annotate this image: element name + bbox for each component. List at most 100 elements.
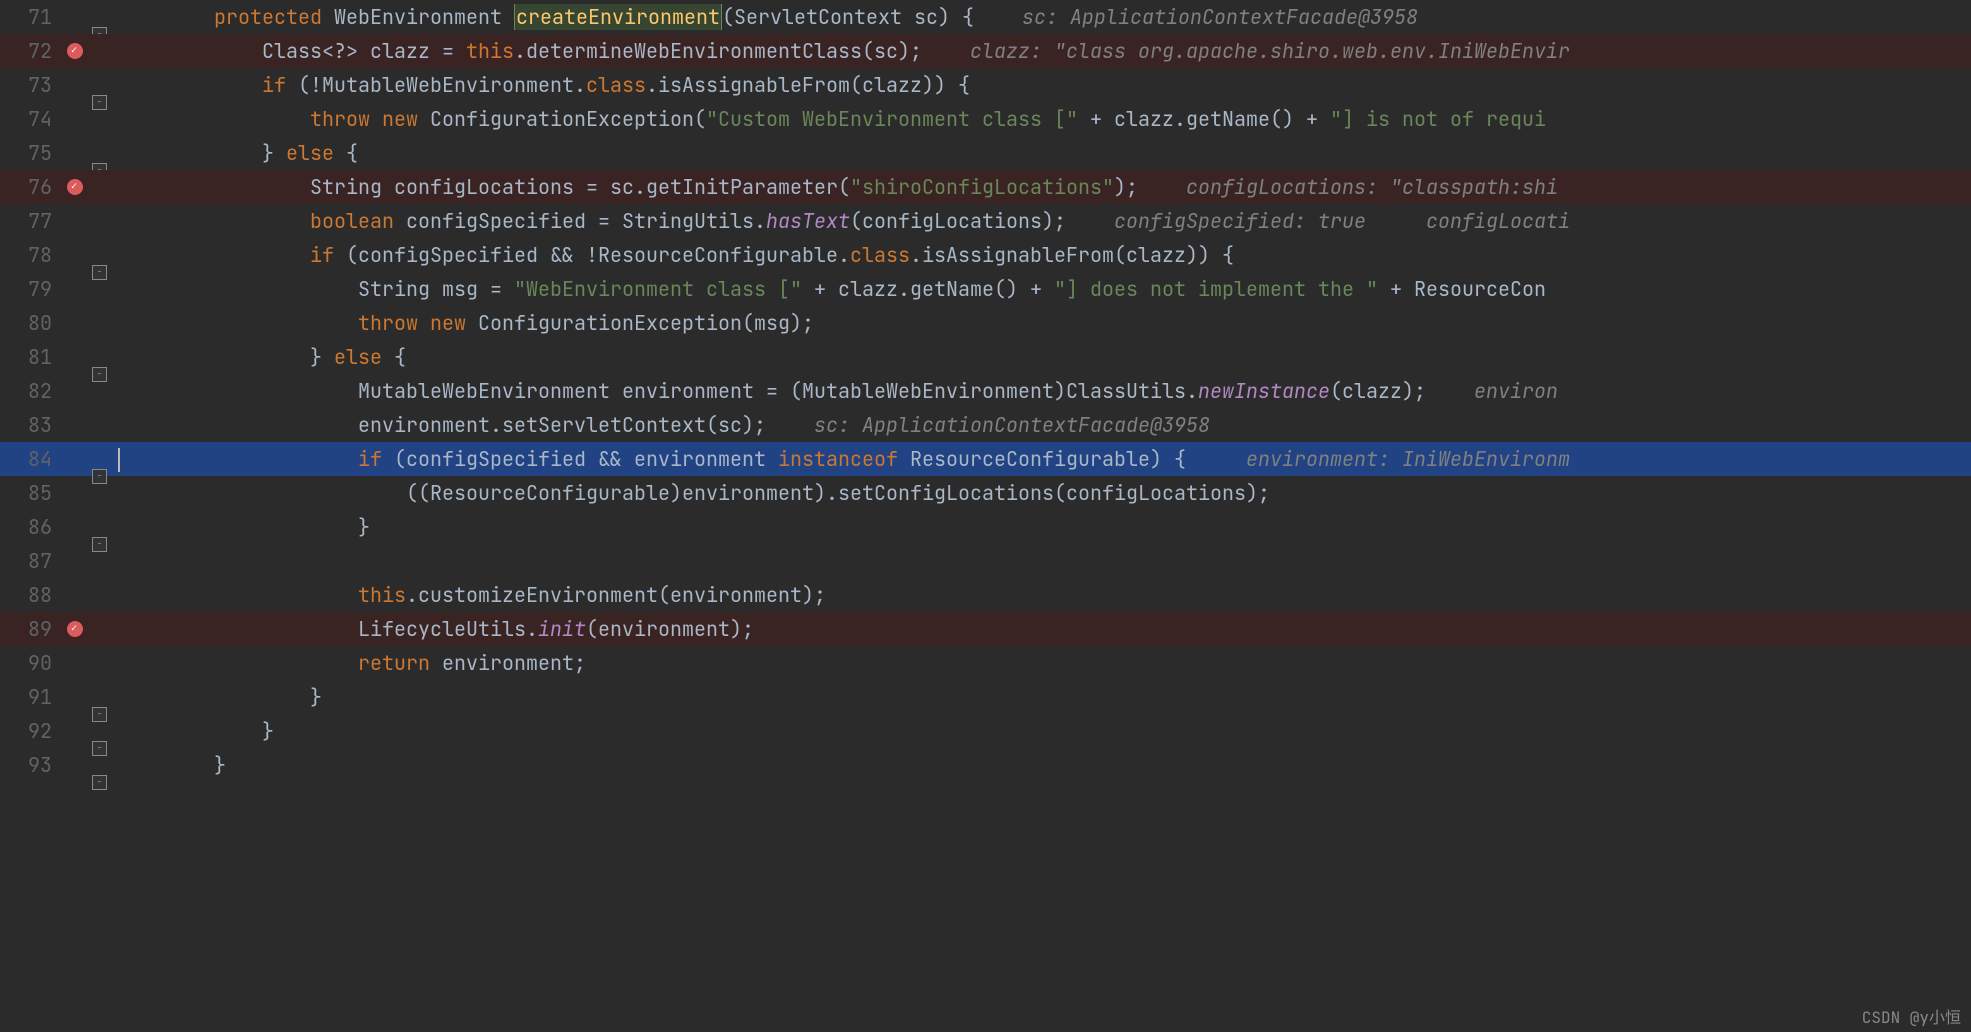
line-number[interactable]: 82 [0, 378, 62, 404]
code-token: class [586, 72, 646, 98]
code-content[interactable]: } [110, 752, 1971, 778]
code-token: newInstance [1198, 378, 1330, 404]
breakpoint-icon[interactable] [67, 43, 83, 59]
code-editor[interactable]: 71− protected WebEnvironment createEnvir… [0, 0, 1971, 782]
gutter-breakpoint[interactable] [62, 43, 88, 59]
code-line[interactable]: 82 MutableWebEnvironment environment = (… [0, 374, 1971, 408]
fold-toggle-icon[interactable]: − [92, 775, 107, 790]
code-line[interactable]: 79 String msg = "WebEnvironment class ["… [0, 272, 1971, 306]
code-token: LifecycleUtils. [118, 616, 538, 642]
line-number[interactable]: 72 [0, 38, 62, 64]
line-number[interactable]: 89 [0, 616, 62, 642]
code-token: this [358, 582, 406, 608]
breakpoint-icon[interactable] [67, 179, 83, 195]
line-number[interactable]: 76 [0, 174, 62, 200]
code-line[interactable]: 90 return environment; [0, 646, 1971, 680]
code-line[interactable]: 84− if (configSpecified && environment i… [0, 442, 1971, 476]
code-content[interactable]: boolean configSpecified = StringUtils.ha… [110, 208, 1971, 234]
code-content[interactable]: protected WebEnvironment createEnvironme… [110, 4, 1971, 30]
code-content[interactable]: } else { [110, 140, 1971, 166]
code-content[interactable]: environment.setServletContext(sc); sc: A… [110, 412, 1971, 438]
code-content[interactable]: if (!MutableWebEnvironment.class.isAssig… [110, 72, 1971, 98]
line-number[interactable]: 86 [0, 514, 62, 540]
code-content[interactable]: } [110, 514, 1971, 540]
code-token: "Custom WebEnvironment class [" [706, 106, 1078, 132]
code-content[interactable]: String configLocations = sc.getInitParam… [110, 174, 1971, 200]
code-line[interactable]: 72 Class<?> clazz = this.determineWebEnv… [0, 34, 1971, 68]
line-number[interactable]: 90 [0, 650, 62, 676]
code-content[interactable]: ((ResourceConfigurable)environment).setC… [110, 480, 1971, 506]
code-content[interactable]: } else { [110, 344, 1971, 370]
line-number[interactable]: 91 [0, 684, 62, 710]
code-token [118, 4, 214, 30]
code-line[interactable]: 89 LifecycleUtils.init(environment); [0, 612, 1971, 646]
code-token [118, 242, 310, 268]
code-token: (clazz); [1330, 378, 1474, 404]
code-line[interactable]: 76 String configLocations = sc.getInitPa… [0, 170, 1971, 204]
line-number[interactable]: 83 [0, 412, 62, 438]
code-line[interactable]: 80 throw new ConfigurationException(msg)… [0, 306, 1971, 340]
code-token: } [118, 684, 322, 710]
code-line[interactable]: 74 throw new ConfigurationException("Cus… [0, 102, 1971, 136]
line-number[interactable]: 78 [0, 242, 62, 268]
code-content[interactable]: LifecycleUtils.init(environment); [110, 616, 1971, 642]
watermark: CSDN @y小恒 [1862, 1004, 1961, 1028]
code-content[interactable]: this.customizeEnvironment(environment); [110, 582, 1971, 608]
code-line[interactable]: 87 [0, 544, 1971, 578]
gutter-breakpoint[interactable] [62, 179, 88, 195]
code-token [118, 582, 358, 608]
line-number[interactable]: 88 [0, 582, 62, 608]
line-number[interactable]: 85 [0, 480, 62, 506]
line-number[interactable]: 87 [0, 548, 62, 574]
code-content[interactable]: String msg = "WebEnvironment class [" + … [110, 276, 1971, 302]
breakpoint-icon[interactable] [67, 621, 83, 637]
line-number[interactable]: 75 [0, 140, 62, 166]
code-line[interactable]: 83 environment.setServletContext(sc); sc… [0, 408, 1971, 442]
code-content[interactable]: throw new ConfigurationException(msg); [110, 310, 1971, 336]
code-token: } [118, 752, 226, 778]
code-line[interactable]: 78− if (configSpecified && !ResourceConf… [0, 238, 1971, 272]
line-number[interactable]: 71 [0, 4, 62, 30]
code-line[interactable]: 85 ((ResourceConfigurable)environment).s… [0, 476, 1971, 510]
line-number[interactable]: 77 [0, 208, 62, 234]
code-line[interactable]: 91− } [0, 680, 1971, 714]
line-number[interactable]: 79 [0, 276, 62, 302]
code-line[interactable]: 92− } [0, 714, 1971, 748]
code-content[interactable]: Class<?> clazz = this.determineWebEnviro… [110, 38, 1971, 64]
code-line[interactable]: 71− protected WebEnvironment createEnvir… [0, 0, 1971, 34]
code-content[interactable]: } [110, 684, 1971, 710]
code-content[interactable]: throw new ConfigurationException("Custom… [110, 106, 1971, 132]
code-content[interactable]: return environment; [110, 650, 1971, 676]
code-token: environment; [442, 650, 586, 676]
gutter-breakpoint[interactable] [62, 621, 88, 637]
code-token: clazz: "class org.apache.shiro.web.env.I… [970, 38, 1570, 64]
code-content[interactable]: MutableWebEnvironment environment = (Mut… [110, 378, 1971, 404]
code-token: init [538, 616, 586, 642]
code-token: (configLocations); [850, 208, 1114, 234]
line-number[interactable]: 74 [0, 106, 62, 132]
code-token: ((ResourceConfigurable)environment).setC… [118, 480, 1270, 506]
code-line[interactable]: 93− } [0, 748, 1971, 782]
line-number[interactable]: 81 [0, 344, 62, 370]
code-token: ConfigurationException(msg); [478, 310, 814, 336]
code-content[interactable]: if (configSpecified && !ResourceConfigur… [110, 242, 1971, 268]
code-line[interactable]: 75− } else { [0, 136, 1971, 170]
code-token: } [118, 718, 274, 744]
code-line[interactable]: 77 boolean configSpecified = StringUtils… [0, 204, 1971, 238]
line-number[interactable]: 92 [0, 718, 62, 744]
code-line[interactable]: 86− } [0, 510, 1971, 544]
code-line[interactable]: 73− if (!MutableWebEnvironment.class.isA… [0, 68, 1971, 102]
code-content[interactable]: } [110, 718, 1971, 744]
code-token: else [286, 140, 346, 166]
line-number[interactable]: 93 [0, 752, 62, 778]
code-line[interactable]: 88 this.customizeEnvironment(environment… [0, 578, 1971, 612]
code-line[interactable]: 81− } else { [0, 340, 1971, 374]
code-content[interactable]: if (configSpecified && environment insta… [110, 446, 1971, 473]
line-number[interactable]: 84 [0, 446, 62, 472]
code-token: "] is not of requi [1330, 106, 1546, 132]
line-number[interactable]: 80 [0, 310, 62, 336]
line-number[interactable]: 73 [0, 72, 62, 98]
code-token: protected [214, 4, 334, 30]
code-token [118, 106, 310, 132]
code-token: sc: ApplicationContextFacade@3958 [1022, 4, 1418, 30]
